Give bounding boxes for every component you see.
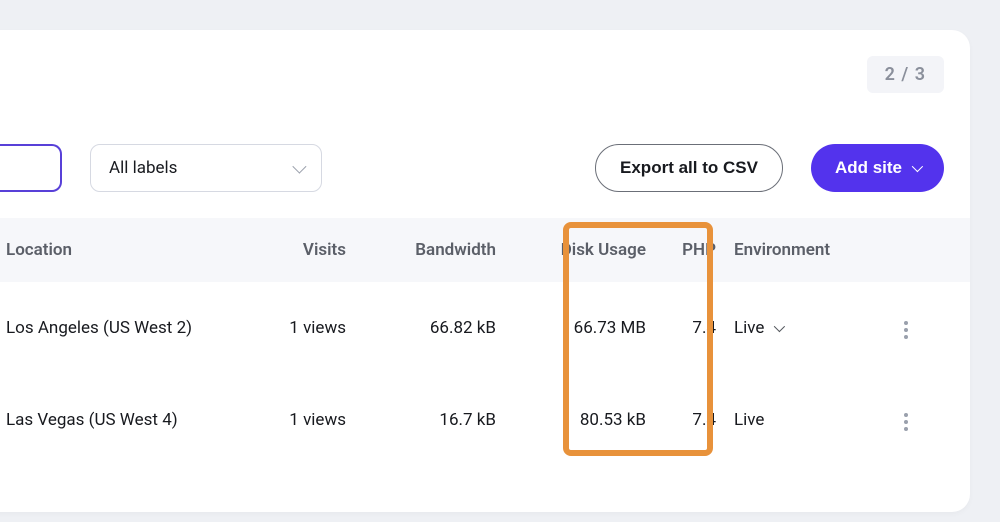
table-header: Location Visits Bandwidth Disk Usage PHP… — [0, 218, 970, 282]
cell-bandwidth: 66.82 kB — [356, 318, 496, 338]
dot-icon — [904, 335, 908, 339]
cell-environment-label: Live — [734, 410, 764, 430]
cell-location: Los Angeles (US West 2) — [6, 318, 226, 338]
dot-icon — [904, 427, 908, 431]
cell-environment[interactable]: Live — [726, 318, 876, 338]
search-input-fragment[interactable] — [0, 144, 62, 192]
col-header-disk[interactable]: Disk Usage — [506, 240, 646, 260]
main-card: 2 / 3 All labels Export all to CSV Add s… — [0, 30, 970, 512]
chevron-down-icon — [292, 160, 306, 174]
labels-select[interactable]: All labels — [90, 144, 322, 192]
export-csv-label: Export all to CSV — [620, 158, 758, 178]
table: Location Visits Bandwidth Disk Usage PHP… — [0, 218, 970, 466]
chevron-down-icon — [774, 320, 785, 331]
col-header-environment[interactable]: Environment — [726, 240, 876, 260]
cell-visits: 1 views — [236, 410, 346, 430]
dot-icon — [904, 413, 908, 417]
table-row[interactable]: Los Angeles (US West 2) 1 views 66.82 kB… — [0, 282, 970, 374]
cell-environment[interactable]: Live — [726, 410, 876, 430]
cell-environment-label: Live — [734, 318, 764, 338]
cell-visits: 1 views — [236, 318, 346, 338]
toolbar: All labels Export all to CSV Add site — [0, 144, 970, 192]
more-actions-button[interactable] — [898, 407, 914, 437]
col-header-bandwidth[interactable]: Bandwidth — [356, 240, 496, 260]
cell-php: 7.4 — [656, 410, 716, 430]
export-csv-button[interactable]: Export all to CSV — [595, 144, 783, 192]
chevron-down-icon — [912, 161, 923, 172]
cell-disk: 80.53 kB — [506, 410, 646, 430]
col-header-php[interactable]: PHP — [656, 240, 716, 260]
cell-bandwidth: 16.7 kB — [356, 410, 496, 430]
add-site-button[interactable]: Add site — [811, 144, 944, 192]
cell-php: 7.4 — [656, 318, 716, 338]
col-header-location[interactable]: Location — [6, 240, 226, 260]
cell-location: Las Vegas (US West 4) — [6, 410, 226, 430]
dot-icon — [904, 328, 908, 332]
col-header-visits[interactable]: Visits — [236, 240, 346, 260]
add-site-label: Add site — [835, 158, 902, 178]
labels-select-label: All labels — [109, 158, 177, 178]
dot-icon — [904, 420, 908, 424]
pager-badge: 2 / 3 — [867, 56, 944, 93]
more-actions-button[interactable] — [898, 315, 914, 345]
cell-disk: 66.73 MB — [506, 318, 646, 338]
dot-icon — [904, 321, 908, 325]
table-row[interactable]: Las Vegas (US West 4) 1 views 16.7 kB 80… — [0, 374, 970, 466]
